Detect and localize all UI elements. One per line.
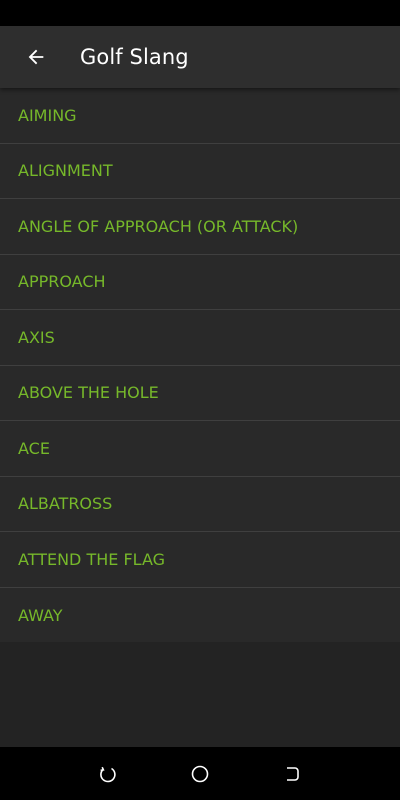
back-button[interactable]: [0, 26, 72, 88]
arrow-left-icon: [28, 49, 44, 65]
page-title: Golf Slang: [80, 45, 189, 69]
list-item[interactable]: ALBATROSS: [0, 477, 400, 532]
status-bar: [0, 0, 400, 26]
app-bar: Golf Slang: [0, 26, 400, 88]
list-item[interactable]: AWAY: [0, 588, 400, 644]
back-nav-button[interactable]: [272, 754, 312, 794]
list-item[interactable]: ALIGNMENT: [0, 144, 400, 199]
home-icon: [191, 765, 209, 782]
list-item[interactable]: ABOVE THE HOLE: [0, 366, 400, 421]
system-nav-bar: [0, 747, 400, 800]
recents-button[interactable]: [88, 754, 128, 794]
list-item[interactable]: ATTEND THE FLAG: [0, 532, 400, 588]
list-item[interactable]: ACE: [0, 421, 400, 477]
list-item[interactable]: AIMING: [0, 88, 400, 144]
back-icon: [287, 766, 299, 781]
recents-icon: [100, 766, 116, 782]
empty-area: [0, 642, 400, 747]
home-button[interactable]: [180, 754, 220, 794]
list-item[interactable]: AXIS: [0, 310, 400, 366]
list-item[interactable]: APPROACH: [0, 255, 400, 310]
slang-list: AIMING ALIGNMENT ANGLE OF APPROACH (OR A…: [0, 88, 400, 643]
list-item[interactable]: ANGLE OF APPROACH (OR ATTACK): [0, 199, 400, 255]
